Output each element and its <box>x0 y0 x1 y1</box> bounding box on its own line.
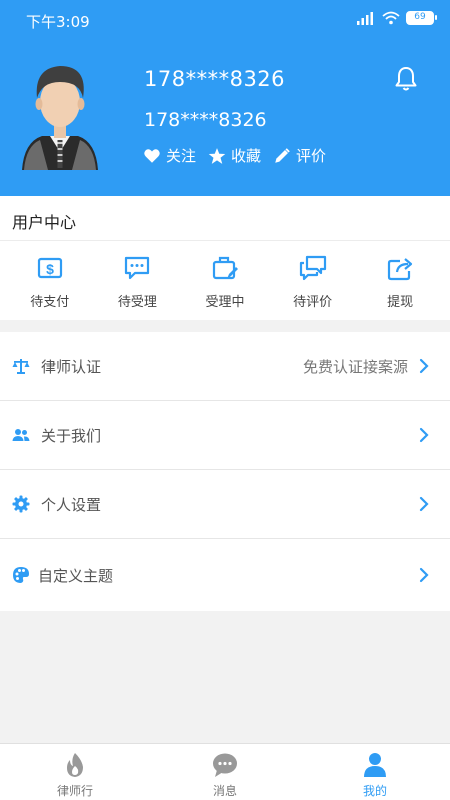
grid-item-in-progress[interactable]: 受理中 <box>190 254 260 310</box>
share-icon <box>388 258 413 281</box>
grid-item-pending-acceptance[interactable]: 待受理 <box>102 254 172 310</box>
status-time: 下午3:09 <box>26 13 90 31</box>
signal-icon <box>357 12 373 25</box>
review-label: 评价 <box>296 147 327 165</box>
chevron-right-icon <box>419 358 429 374</box>
grid-label: 受理中 <box>205 295 245 310</box>
gear-icon <box>12 495 30 513</box>
person-icon <box>364 753 386 777</box>
status-icons: 69 <box>356 11 437 25</box>
settings-menu: 律师认证 免费认证接案源 关于我们 个人设置 自定义主题 <box>0 332 450 611</box>
phone-secondary: 178****8326 <box>144 109 267 131</box>
chat-bubble-icon <box>213 753 237 777</box>
scale-icon <box>12 359 30 374</box>
tab-messages[interactable]: 消息 <box>150 744 300 800</box>
divider <box>0 240 450 241</box>
chevron-right-icon <box>419 567 429 583</box>
chevron-right-icon <box>419 427 429 443</box>
tab-label: 消息 <box>212 784 237 798</box>
status-bar: 下午3:09 69 <box>0 0 450 40</box>
grid-label: 待支付 <box>30 295 70 310</box>
briefcase-icon <box>212 256 238 280</box>
grid-label: 待受理 <box>117 295 157 310</box>
grid-item-pending-review[interactable]: 待评价 <box>278 254 348 310</box>
chat-icon <box>299 255 326 281</box>
tab-label: 律师行 <box>56 784 93 798</box>
palette-icon <box>13 567 29 583</box>
tab-mine[interactable]: 我的 <box>300 744 450 800</box>
menu-label: 个人设置 <box>41 495 102 514</box>
message-icon <box>125 256 150 280</box>
flame-icon <box>67 753 83 777</box>
follow-button[interactable]: 关注 <box>143 145 196 166</box>
avatar[interactable] <box>20 62 100 170</box>
wifi-icon <box>382 11 400 25</box>
svg-text:$: $ <box>46 261 54 277</box>
menu-item-personal-settings[interactable]: 个人设置 <box>0 470 450 539</box>
tab-lawyers[interactable]: 律师行 <box>0 744 150 800</box>
order-status-grid: $ 待支付 待受理 受理中 待评价 提现 <box>0 254 450 310</box>
follow-label: 关注 <box>166 147 197 165</box>
grid-label: 提现 <box>387 295 414 310</box>
user-center-card: 用户中心 $ 待支付 待受理 受理中 待评价 提现 <box>0 196 450 320</box>
grid-item-pending-payment[interactable]: $ 待支付 <box>15 254 85 310</box>
menu-item-lawyer-certification[interactable]: 律师认证 免费认证接案源 <box>0 332 450 401</box>
people-icon <box>12 429 30 441</box>
tab-label: 我的 <box>362 784 387 798</box>
bell-icon[interactable] <box>394 66 418 92</box>
pencil-icon <box>275 147 290 163</box>
certification-hint: 免费认证接案源 <box>302 357 408 376</box>
profile-actions: 关注 收藏 评价 <box>143 145 326 166</box>
favorite-button[interactable]: 收藏 <box>208 145 261 166</box>
chevron-right-icon <box>419 496 429 512</box>
profile-header: 下午3:09 69 178****8326 178****8326 关注 收藏 … <box>0 0 450 196</box>
dollar-icon: $ <box>37 257 62 279</box>
favorite-label: 收藏 <box>231 147 262 165</box>
menu-item-custom-theme[interactable]: 自定义主题 <box>0 539 450 611</box>
bottom-tab-bar: 律师行 消息 我的 <box>0 743 450 800</box>
menu-label: 关于我们 <box>41 426 102 445</box>
heart-icon <box>144 148 160 163</box>
phone-primary: 178****8326 <box>144 67 286 91</box>
star-icon <box>208 147 226 164</box>
user-center-title: 用户中心 <box>12 213 77 232</box>
menu-label: 律师认证 <box>41 357 102 376</box>
menu-item-about-us[interactable]: 关于我们 <box>0 401 450 470</box>
grid-item-withdraw[interactable]: 提现 <box>365 254 435 310</box>
menu-label: 自定义主题 <box>38 566 114 585</box>
grid-label: 待评价 <box>293 295 333 310</box>
battery-icon: 69 <box>406 11 437 25</box>
review-button[interactable]: 评价 <box>273 145 326 166</box>
